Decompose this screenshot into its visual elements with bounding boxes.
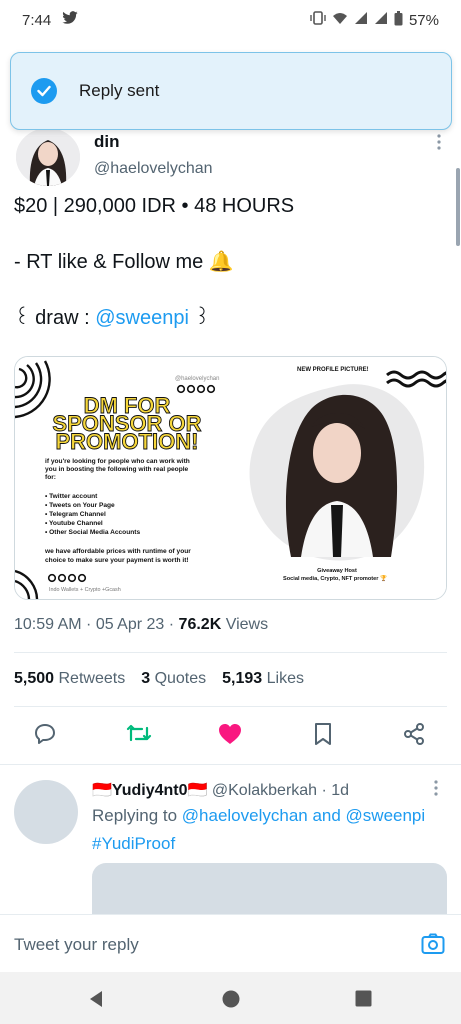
media-small-handle: @haelovelychan	[175, 376, 219, 382]
reply-author-name[interactable]: 🇮🇩Yudiy4nt0🇮🇩	[92, 782, 207, 799]
draw-prefix: ꒰ draw :	[14, 307, 96, 329]
likes-label: Likes	[266, 670, 305, 687]
scroll-indicator[interactable]	[456, 168, 460, 246]
status-icons: 57%	[310, 10, 439, 30]
reply-sent-toast: Reply sent	[10, 52, 452, 130]
like-heart-icon[interactable]	[217, 721, 243, 747]
home-icon[interactable]	[222, 990, 240, 1013]
tweet-stats: 5,500 Retweets 3 Quotes 5,193 Likes	[14, 670, 304, 688]
reply-input[interactable]: Tweet your reply	[14, 935, 139, 955]
reply-icon[interactable]	[32, 721, 58, 747]
back-icon[interactable]	[88, 990, 104, 1013]
reply-time: · 1d	[317, 782, 350, 799]
tweet-timestamp: 10:59 AM · 05 Apr 23 · 76.2K Views	[14, 616, 268, 634]
media-host-label: Giveaway Host	[317, 568, 357, 574]
divider	[14, 706, 447, 707]
reply-media-placeholder[interactable]	[92, 863, 447, 914]
divider	[0, 764, 461, 765]
media-intro-3: for:	[45, 474, 56, 481]
media-host-sub: Social media, Crypto, NFT promoter 🏆	[283, 574, 387, 582]
reply-more-options-icon[interactable]	[431, 780, 441, 796]
media-bullet-3: • Telegram Channel	[45, 511, 106, 518]
reply-author-handle[interactable]: @Kolakberkah	[212, 782, 317, 799]
tweet-line-1: $20 | 290,000 IDR • 48 HOURS	[14, 195, 295, 217]
replying-to-line: Replying to @haelovelychan and @sweenpi	[92, 806, 425, 826]
media-bullet-4: • Youtube Channel	[45, 520, 103, 527]
signal-icon-2	[374, 11, 388, 29]
quotes-count: 3	[141, 670, 151, 687]
retweet-icon[interactable]	[126, 721, 152, 747]
quotes-label: Quotes	[154, 670, 207, 687]
check-circle-icon	[31, 78, 57, 104]
twitter-bird-icon	[61, 11, 79, 29]
wifi-icon	[332, 11, 348, 29]
divider	[14, 652, 447, 653]
more-options-icon[interactable]	[434, 134, 444, 150]
tweet-action-bar	[0, 715, 461, 755]
reply-author-avatar[interactable]	[14, 780, 78, 844]
retweets-stat[interactable]: 5,500 Retweets	[14, 670, 125, 688]
replying-users-link[interactable]: @haelovelychan and @sweenpi	[182, 806, 425, 825]
battery-percent: 57%	[408, 11, 439, 29]
tweet-media-image[interactable]: @haelovelychan DM FOR SPONSOR OR PROMOTI…	[14, 356, 447, 600]
tweet-views-label: Views	[221, 616, 269, 633]
draw-suffix: ꒱	[188, 307, 211, 329]
compose-reply-bar: Tweet your reply	[0, 914, 461, 970]
author-handle[interactable]: @haelovelychan	[94, 160, 213, 178]
toast-message: Reply sent	[79, 81, 160, 100]
retweets-label: Retweets	[58, 670, 126, 687]
media-bullet-2: • Tweets on Your Page	[45, 502, 115, 509]
reply-hashtag[interactable]: #YudiProof	[92, 834, 175, 854]
tweet-line-3: ꒰ draw : @sweenpi ꒱	[14, 304, 210, 332]
tweet-views-count[interactable]: 76.2K	[179, 616, 222, 633]
tweet-time-date: 10:59 AM · 05 Apr 23 ·	[14, 616, 179, 633]
battery-icon	[394, 10, 403, 30]
tweet-header: din @haelovelychan	[14, 128, 454, 188]
media-headline-3: PROMOTION!	[56, 429, 199, 454]
retweets-count: 5,500	[14, 670, 55, 687]
author-avatar[interactable]	[16, 128, 80, 186]
media-outro-1: we have affordable prices with runtime o…	[44, 548, 191, 555]
tweet-line-2: - RT like & Follow me 🔔	[14, 251, 234, 273]
media-outro-2: choice to make sure your payment is wort…	[45, 557, 189, 564]
reply-tweet[interactable]: 🇮🇩Yudiy4nt0🇮🇩 @Kolakberkah · 1d Replying…	[0, 768, 461, 914]
vibrate-icon	[310, 11, 326, 29]
quotes-stat[interactable]: 3 Quotes	[141, 670, 206, 688]
share-icon[interactable]	[401, 721, 427, 747]
camera-icon[interactable]	[421, 933, 445, 955]
draw-mention-link[interactable]: @sweenpi	[95, 307, 189, 329]
status-bar: 7:44 57%	[0, 0, 461, 40]
media-intro-2: you in boosting the following with real …	[45, 466, 189, 473]
media-intro-1: if you're looking for people who can wor…	[45, 458, 190, 465]
status-time: 7:44	[22, 11, 52, 29]
recents-icon[interactable]	[355, 990, 372, 1012]
author-display-name[interactable]: din	[94, 132, 120, 152]
bookmark-icon[interactable]	[310, 721, 336, 747]
media-bullet-5: • Other Social Media Accounts	[45, 529, 140, 536]
system-nav-bar	[0, 972, 461, 1024]
media-bullet-1: • Twitter account	[45, 493, 98, 500]
signal-icon	[354, 11, 368, 29]
likes-stat[interactable]: 5,193 Likes	[222, 670, 304, 688]
media-new-profile-label: NEW PROFILE PICTURE!	[297, 367, 369, 373]
replying-prefix: Replying to	[92, 806, 182, 825]
media-footer: Indo Wallets + Crypto +Gcash	[49, 587, 121, 593]
reply-author-line: 🇮🇩Yudiy4nt0🇮🇩 @Kolakberkah · 1d	[92, 780, 349, 800]
likes-count: 5,193	[222, 670, 263, 687]
